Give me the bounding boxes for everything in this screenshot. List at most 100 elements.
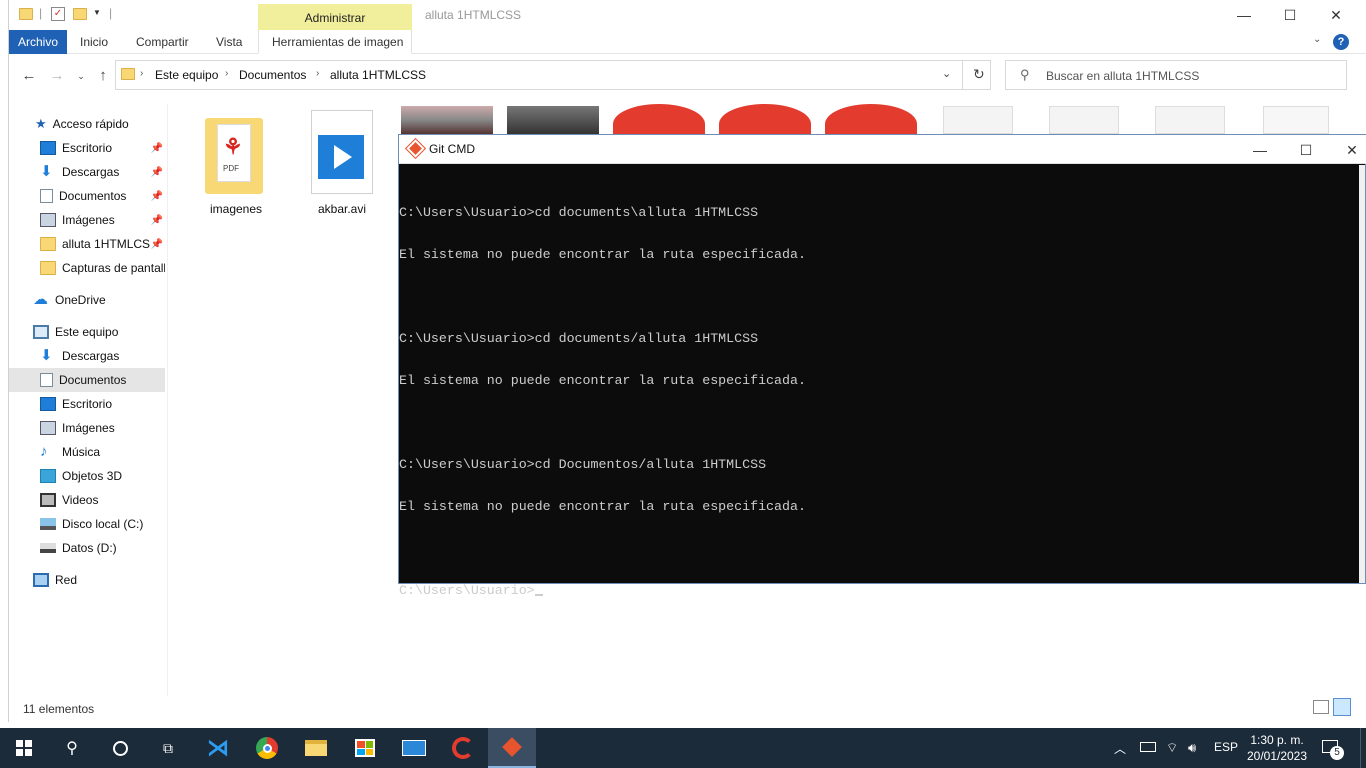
back-button[interactable]: ← [19, 66, 39, 86]
details-view-icon[interactable] [1313, 700, 1329, 714]
pin-icon[interactable]: 📌 [151, 215, 163, 226]
nav-red[interactable]: Red [9, 568, 165, 592]
search-input[interactable]: Buscar en alluta 1HTMLCSS [1046, 69, 1199, 83]
breadcrumb-chevron-icon[interactable]: › [140, 68, 143, 79]
address-dropdown-icon[interactable]: ⌄ [942, 67, 951, 80]
mail-icon [402, 740, 426, 756]
tab-herramientas-de-imagen[interactable]: Herramientas de imagen [263, 30, 412, 54]
nav-label: Videos [62, 493, 99, 507]
pin-icon[interactable]: 📌 [151, 167, 163, 178]
nav-item-documentos[interactable]: Documentos 📌 [9, 184, 165, 208]
nav-pc-descargas[interactable]: ⬇ Descargas [9, 344, 165, 368]
input-language[interactable]: ESP [1214, 740, 1238, 754]
nav-pc-musica[interactable]: ♪ Música [9, 440, 165, 464]
refresh-icon[interactable]: ↻ [973, 66, 985, 83]
pictures-icon [40, 421, 56, 435]
git-cmd-window[interactable]: Git CMD — ☐ ✕ C:\Users\Usuario>cd docume… [398, 134, 1366, 598]
nav-pc-documentos[interactable]: Documentos [9, 368, 165, 392]
nav-pc-escritorio[interactable]: Escritorio [9, 392, 165, 416]
nav-pc-datos-d[interactable]: Datos (D:) [9, 536, 165, 560]
start-button[interactable] [0, 728, 48, 768]
pin-icon[interactable]: 📌 [151, 239, 163, 250]
file-item-akbar-avi[interactable]: akbar.avi [297, 104, 387, 224]
nav-item-alluta[interactable]: alluta 1HTMLCSS 📌 [9, 232, 165, 256]
task-view-icon: ⧉ [163, 739, 173, 756]
nav-label: Descargas [62, 349, 120, 363]
show-hidden-icons-icon[interactable]: ︿ [1114, 740, 1126, 757]
nav-item-capturas[interactable]: Capturas de pantall [9, 256, 165, 280]
tab-archivo[interactable]: Archivo [9, 30, 68, 54]
nav-pc-imagenes[interactable]: Imágenes [9, 416, 165, 440]
console-output[interactable]: C:\Users\Usuario>cd documents\alluta 1HT… [399, 178, 1359, 626]
html-file-icon[interactable] [943, 106, 1013, 134]
html-file-icon[interactable] [1049, 106, 1119, 134]
recent-locations-button[interactable]: ⌄ [71, 66, 91, 86]
show-desktop-button[interactable] [1360, 728, 1366, 768]
maximize-button[interactable]: ☐ [1267, 0, 1313, 30]
forward-button[interactable]: → [47, 66, 67, 86]
new-folder-icon[interactable] [73, 8, 87, 20]
pane-divider[interactable] [167, 104, 168, 696]
wifi-icon[interactable]: ⌔ [1166, 740, 1178, 756]
nav-item-descargas[interactable]: ⬇ Descargas 📌 [9, 160, 165, 184]
breadcrumb-chevron-icon[interactable]: › [225, 68, 228, 79]
cortana-button[interactable] [96, 728, 144, 768]
cmd-maximize-button[interactable]: ☐ [1283, 135, 1329, 165]
close-button[interactable]: ✕ [1313, 0, 1359, 30]
nav-pc-disco-c[interactable]: Disco local (C:) [9, 512, 165, 536]
breadcrumb-chevron-icon[interactable]: › [316, 68, 319, 79]
battery-icon[interactable] [1140, 742, 1156, 752]
image-thumbnail[interactable] [507, 106, 599, 134]
cmd-close-button[interactable]: ✕ [1329, 135, 1366, 165]
up-button[interactable]: ↑ [93, 66, 113, 86]
taskbar-file-explorer[interactable] [292, 728, 340, 768]
customize-quick-access-icon[interactable]: ▼ [93, 8, 101, 17]
breadcrumb-documentos[interactable]: Documentos [239, 68, 306, 82]
clock[interactable]: 1:30 p. m. 20/01/2023 [1242, 732, 1312, 764]
tab-vista[interactable]: Vista [207, 30, 251, 54]
image-thumbnail[interactable] [401, 106, 493, 134]
pin-icon[interactable]: 📌 [151, 191, 163, 202]
nav-onedrive[interactable]: ☁ OneDrive [9, 288, 165, 312]
action-center-button[interactable]: 5 [1322, 738, 1344, 760]
nav-item-imagenes[interactable]: Imágenes 📌 [9, 208, 165, 232]
tab-compartir[interactable]: Compartir [127, 30, 198, 54]
star-icon: ★ [35, 116, 47, 131]
file-item-imagenes[interactable]: ⚘ PDF imagenes [191, 104, 281, 224]
taskbar-store[interactable] [341, 728, 389, 768]
text-file-icon[interactable] [1263, 106, 1329, 134]
properties-icon[interactable]: ✓ [51, 7, 65, 21]
document-icon [40, 189, 53, 203]
pin-icon[interactable]: 📌 [151, 143, 163, 154]
html-file-icon[interactable] [1155, 106, 1225, 134]
taskbar-ccleaner[interactable] [439, 728, 487, 768]
taskbar-git-cmd[interactable] [488, 728, 536, 768]
search-icon: ⚲ [1020, 67, 1030, 82]
nav-label: Imágenes [62, 213, 115, 227]
console-scrollbar[interactable] [1359, 165, 1365, 583]
nav-este-equipo[interactable]: Este equipo [9, 320, 165, 344]
minimize-button[interactable]: — [1221, 0, 1267, 30]
cmd-minimize-button[interactable]: — [1237, 135, 1283, 165]
breadcrumb-este-equipo[interactable]: Este equipo [155, 68, 218, 82]
task-view-button[interactable]: ⧉ [144, 728, 192, 768]
tab-inicio[interactable]: Inicio [71, 30, 117, 54]
large-icons-view-icon[interactable] [1333, 698, 1351, 716]
breadcrumb-current-folder[interactable]: alluta 1HTMLCSS [330, 68, 426, 82]
taskbar-mail[interactable] [390, 728, 438, 768]
console-line: El sistema no puede encontrar la ruta es… [399, 247, 806, 262]
taskbar-vscode[interactable]: ⋊ [194, 728, 242, 768]
search-taskbar-button[interactable]: ⚲ [48, 728, 96, 768]
address-bar[interactable]: › Este equipo › Documentos › alluta 1HTM… [115, 60, 991, 90]
nav-label: Escritorio [62, 397, 113, 411]
taskbar-chrome[interactable] [243, 728, 291, 768]
help-icon[interactable]: ? [1333, 34, 1349, 50]
nav-quick-access[interactable]: ★ Acceso rápido [9, 112, 165, 136]
nav-pc-videos[interactable]: Videos [9, 488, 165, 512]
film-icon [40, 493, 56, 507]
volume-icon[interactable]: 🔊︎ [1188, 740, 1196, 756]
expand-ribbon-icon[interactable]: ⌄ [1313, 34, 1321, 45]
search-box[interactable]: ⚲ Buscar en alluta 1HTMLCSS [1005, 60, 1347, 90]
nav-item-escritorio[interactable]: Escritorio 📌 [9, 136, 165, 160]
nav-pc-objetos-3d[interactable]: Objetos 3D [9, 464, 165, 488]
